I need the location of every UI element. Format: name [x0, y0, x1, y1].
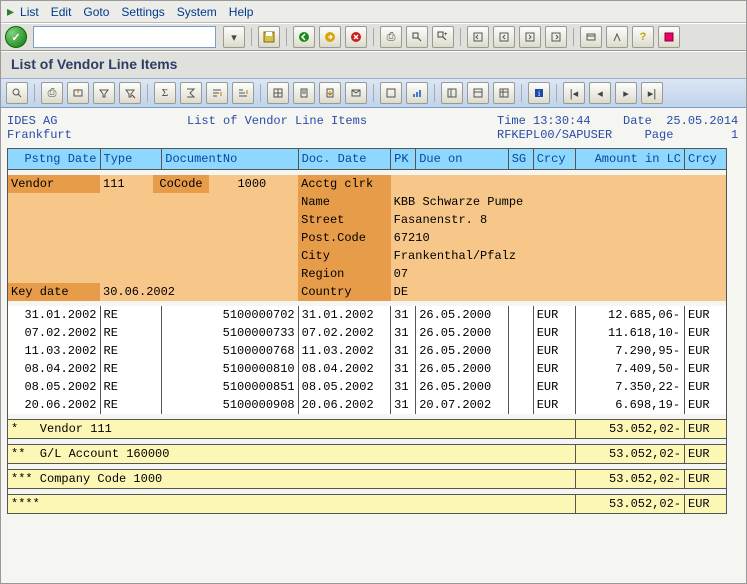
total-row: ** G/L Account 16000053.052,02-EUR [8, 445, 727, 464]
details-icon[interactable] [6, 82, 28, 104]
content-area: IDES AGFrankfurt List of Vendor Line Ite… [1, 108, 746, 583]
sort-asc-icon[interactable] [206, 82, 228, 104]
graphic-icon[interactable] [406, 82, 428, 104]
table-row[interactable]: 08.05.2002RE510000085108.05.20023126.05.… [8, 378, 727, 396]
time-value: 13:30:44 [533, 114, 591, 128]
page-label: Page [645, 128, 674, 142]
menu-system[interactable]: System [177, 5, 217, 19]
localfile-icon[interactable] [319, 82, 341, 104]
report-title-text: List of Vendor Line Items [187, 114, 367, 128]
exit-icon[interactable] [319, 26, 341, 48]
dropdown-icon[interactable]: ▾ [223, 26, 245, 48]
mail-icon[interactable] [345, 82, 367, 104]
company-city: Frankfurt [7, 128, 72, 142]
last-page-icon[interactable] [545, 26, 567, 48]
spreadsheet-icon[interactable] [267, 82, 289, 104]
line-item-table: Pstng Date Type DocumentNo Doc. Date PK … [7, 148, 727, 514]
col-pstng[interactable]: Pstng Date [8, 149, 101, 170]
column-header-row: Pstng Date Type DocumentNo Doc. Date PK … [8, 149, 727, 170]
col-crcy2[interactable]: Crcy [685, 149, 727, 170]
save-icon[interactable] [258, 26, 280, 48]
filter-delete-icon[interactable] [119, 82, 141, 104]
col-sg[interactable]: SG [508, 149, 533, 170]
app-window: ▸ List Edit Goto Settings System Help ✓ … [0, 0, 747, 584]
application-toolbar: ⎙ Σ i |◂ ◂ ▸ ▸| [1, 79, 746, 108]
nav-prev-icon[interactable]: ◂ [589, 82, 611, 104]
nav-first-icon[interactable]: |◂ [563, 82, 585, 104]
col-due[interactable]: Due on [416, 149, 509, 170]
nav-next-icon[interactable]: ▸ [615, 82, 637, 104]
print-app-icon[interactable]: ⎙ [41, 82, 63, 104]
layout-select-icon[interactable] [467, 82, 489, 104]
col-doc[interactable]: DocumentNo [162, 149, 298, 170]
total-row: ****53.052,02-EUR [8, 495, 727, 514]
system-toolbar: ✓ ▾ ⎙ + ? [1, 23, 746, 51]
find-next-icon[interactable]: + [432, 26, 454, 48]
vendor-info-row: Vendor111 CoCode 1000Acctg clrk [8, 175, 727, 193]
report-header: IDES AGFrankfurt List of Vendor Line Ite… [7, 114, 740, 142]
find-icon[interactable] [406, 26, 428, 48]
new-session-icon[interactable] [580, 26, 602, 48]
sort-desc-icon[interactable] [232, 82, 254, 104]
menu-goto[interactable]: Goto [83, 5, 109, 19]
program-name: RFKEPL00/SAPUSER [497, 128, 612, 142]
svg-text:+: + [444, 32, 448, 38]
info-icon[interactable]: i [528, 82, 550, 104]
layout-icon[interactable] [658, 26, 680, 48]
time-label: Time [497, 114, 526, 128]
layout-change-icon[interactable] [441, 82, 463, 104]
back-icon[interactable] [293, 26, 315, 48]
layout-save-icon[interactable] [493, 82, 515, 104]
shortcut-icon[interactable] [606, 26, 628, 48]
col-crcy[interactable]: Crcy [533, 149, 575, 170]
abc-icon[interactable] [380, 82, 402, 104]
print-icon[interactable]: ⎙ [380, 26, 402, 48]
menu-indicator-icon: ▸ [7, 3, 14, 20]
menu-bar: ▸ List Edit Goto Settings System Help [1, 1, 746, 23]
table-row[interactable]: 20.06.2002RE510000090820.06.20023120.07.… [8, 396, 727, 414]
first-page-icon[interactable] [467, 26, 489, 48]
menu-settings[interactable]: Settings [121, 5, 164, 19]
subtotal-icon[interactable] [180, 82, 202, 104]
page-title: List of Vendor Line Items [1, 51, 746, 79]
prev-page-icon[interactable] [493, 26, 515, 48]
next-page-icon[interactable] [519, 26, 541, 48]
table-row[interactable]: 31.01.2002RE510000070231.01.20023126.05.… [8, 306, 727, 324]
menu-list[interactable]: List [20, 5, 39, 19]
enter-button[interactable]: ✓ [5, 26, 27, 48]
table-row[interactable]: 08.04.2002RE510000081008.04.20023126.05.… [8, 360, 727, 378]
wordproc-icon[interactable] [293, 82, 315, 104]
menu-help[interactable]: Help [229, 5, 254, 19]
table-row[interactable]: 11.03.2002RE510000076811.03.20023126.05.… [8, 342, 727, 360]
page-value: 1 [731, 128, 738, 142]
export-icon[interactable] [67, 82, 89, 104]
command-field[interactable] [33, 26, 216, 48]
col-pk[interactable]: PK [391, 149, 416, 170]
company-label: IDES AG [7, 114, 57, 128]
date-value: 25.05.2014 [666, 114, 738, 128]
total-row: *** Company Code 100053.052,02-EUR [8, 470, 727, 489]
col-docdate[interactable]: Doc. Date [298, 149, 391, 170]
filter-icon[interactable] [93, 82, 115, 104]
nav-last-icon[interactable]: ▸| [641, 82, 663, 104]
total-row: * Vendor 11153.052,02-EUR [8, 420, 727, 439]
cancel-icon[interactable] [345, 26, 367, 48]
table-row[interactable]: 07.02.2002RE510000073307.02.20023126.05.… [8, 324, 727, 342]
help-f1-icon[interactable]: ? [632, 26, 654, 48]
date-label: Date [623, 114, 652, 128]
menu-edit[interactable]: Edit [51, 5, 72, 19]
col-type[interactable]: Type [100, 149, 162, 170]
sum-icon[interactable]: Σ [154, 82, 176, 104]
col-amt[interactable]: Amount in LC [575, 149, 684, 170]
